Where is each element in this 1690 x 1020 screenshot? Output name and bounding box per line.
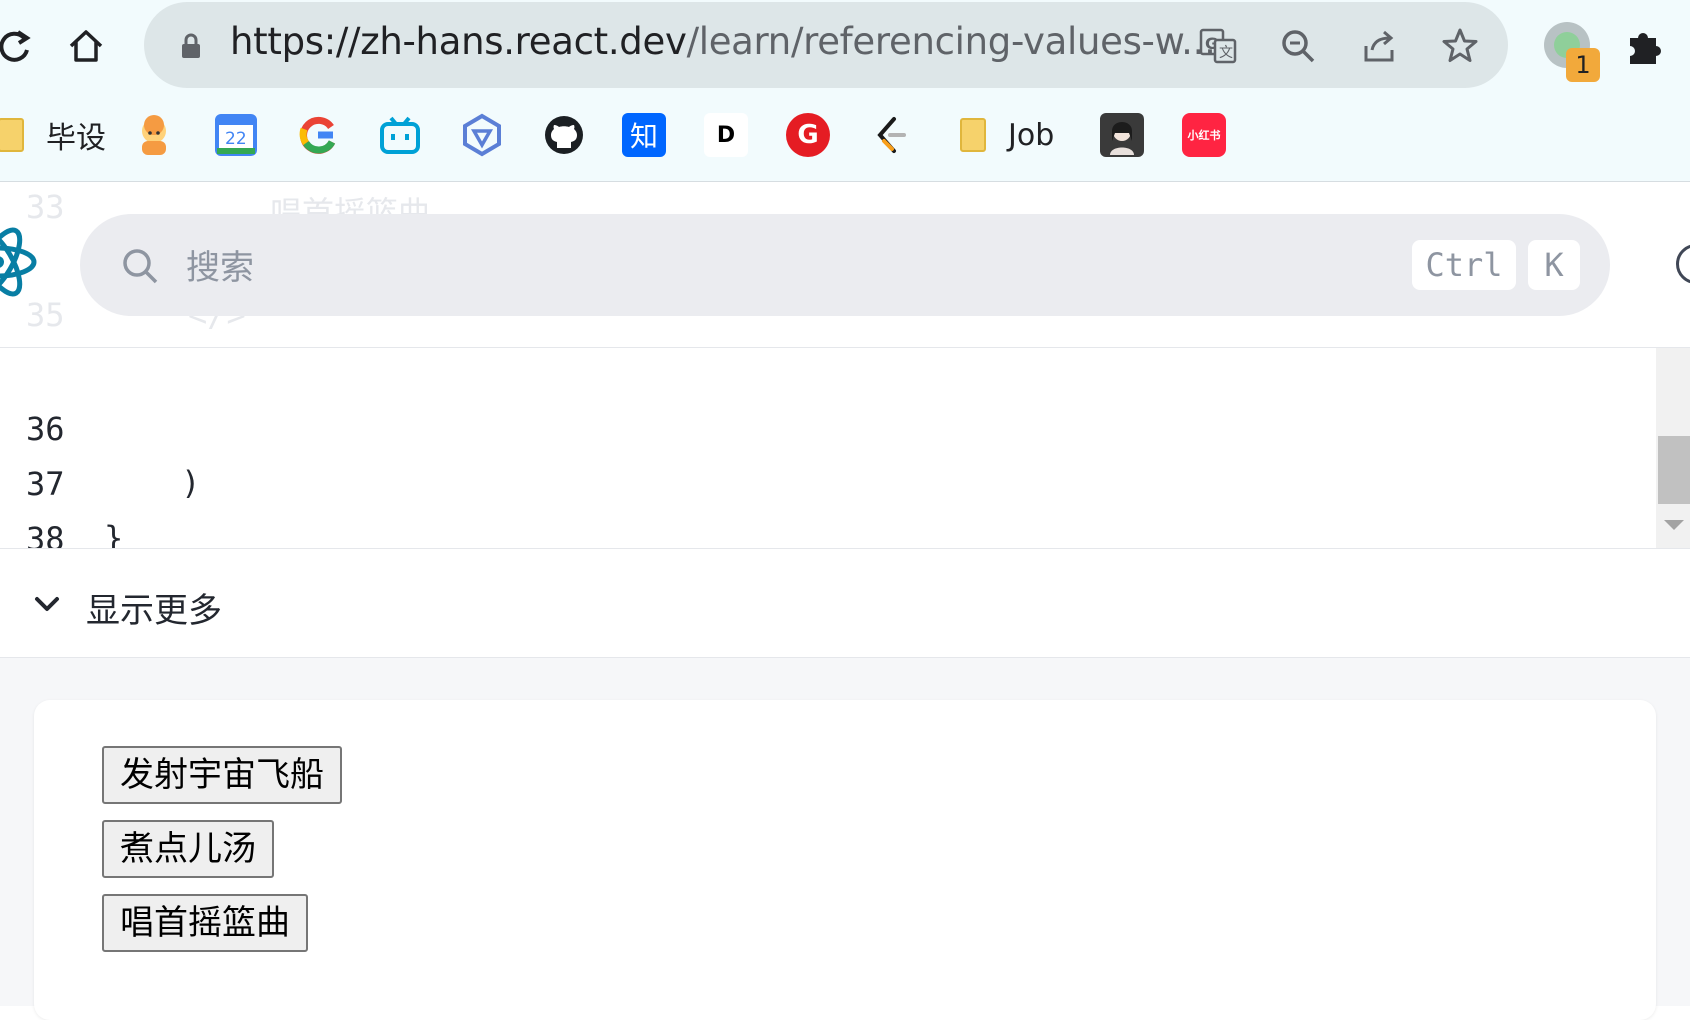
bookmark-star-icon[interactable] (1438, 24, 1482, 68)
bookmark-zhihu[interactable]: 知 (622, 110, 666, 160)
bookmark-folder-job[interactable]: Job (952, 110, 1054, 160)
search-placeholder: 搜索 (186, 248, 254, 288)
search-icon (123, 249, 158, 284)
bookmark-calendar[interactable]: 22 (214, 110, 258, 160)
qt-icon (460, 113, 504, 157)
code-scrollbar[interactable] (1656, 348, 1690, 548)
home-icon[interactable] (58, 20, 114, 72)
bookmark-qt[interactable] (460, 110, 504, 160)
share-icon[interactable] (1358, 24, 1402, 68)
folder-icon (0, 113, 34, 157)
browser-chrome: https://zh-hans.react.dev/learn/referenc… (0, 0, 1690, 182)
scroll-down-arrow-icon[interactable] (1664, 520, 1684, 530)
show-more-label: 显示更多 (86, 591, 222, 631)
shortcut-key-k: K (1528, 240, 1580, 290)
bookmark-portrait[interactable] (1100, 110, 1144, 160)
gitee-icon: G (786, 113, 830, 157)
folder-icon (952, 113, 996, 157)
zoom-icon[interactable] (1276, 24, 1320, 68)
bookmark-google[interactable] (296, 110, 340, 160)
profile-badge: 1 (1566, 48, 1600, 82)
code-line: 38 (0, 458, 1650, 558)
svg-text:22: 22 (225, 129, 247, 149)
leetcode-icon (868, 113, 912, 157)
react-logo-icon[interactable] (0, 212, 40, 312)
translate-icon[interactable]: G文 (1196, 24, 1240, 68)
sandbox-preview: 发射宇宙飞船 煮点儿汤 唱首摇篮曲 (0, 658, 1690, 1020)
bookmark-github[interactable] (542, 110, 586, 160)
svg-text:文: 文 (1219, 45, 1233, 61)
reload-icon[interactable] (0, 20, 42, 72)
lock-icon[interactable] (180, 32, 202, 60)
launch-spaceship-button[interactable]: 发射宇宙飞船 (102, 746, 342, 804)
search-bar[interactable]: 搜索 Ctrl K (80, 214, 1610, 316)
chevron-down-icon (35, 597, 59, 611)
show-more-toggle[interactable]: 显示更多 (0, 548, 1690, 658)
scrollbar-thumb[interactable] (1658, 436, 1690, 504)
google-calendar-icon: 22 (214, 113, 258, 157)
extensions-puzzle-icon[interactable] (1622, 24, 1666, 68)
sing-lullaby-button[interactable]: 唱首摇篮曲 (102, 894, 308, 952)
xiaohongshu-icon: 小红书 (1182, 113, 1226, 157)
bookmark-leetcode[interactable] (868, 110, 912, 160)
code-line: 36 ) (0, 348, 1650, 502)
site-header: 33 唱首摇篮曲 35 </> 搜索 Ctrl K (0, 182, 1690, 348)
bookmark-xiaohongshu[interactable]: 小红书 (1182, 110, 1226, 160)
address-bar[interactable]: https://zh-hans.react.dev/learn/referenc… (144, 2, 1508, 88)
portrait-icon (1100, 113, 1144, 157)
bookmark-d[interactable]: D (704, 110, 748, 160)
preview-frame: 发射宇宙飞船 煮点儿汤 唱首摇篮曲 (34, 700, 1656, 1020)
shortcut-key-ctrl: Ctrl (1412, 240, 1516, 290)
cook-soup-button[interactable]: 煮点儿汤 (102, 820, 274, 878)
code-editor[interactable]: 36 ) 37 } 38 (0, 348, 1690, 558)
avatar-cartoon-icon (132, 113, 176, 157)
url-text[interactable]: https://zh-hans.react.dev/learn/referenc… (230, 20, 1216, 63)
bookmark-label: 毕设 (46, 121, 106, 156)
bilibili-icon (378, 113, 422, 157)
bookmark-bilibili[interactable] (378, 110, 422, 160)
d-icon: D (704, 113, 748, 157)
bookmark-label: Job (1008, 117, 1055, 153)
theme-toggle-icon[interactable] (1676, 244, 1690, 284)
github-icon (542, 113, 586, 157)
bookmark-folder-graduation[interactable]: 毕设 (0, 110, 106, 160)
google-icon (296, 113, 340, 157)
code-line: 37 } (0, 403, 1650, 557)
bookmark-avatar[interactable] (132, 110, 176, 160)
zhihu-icon: 知 (622, 113, 666, 157)
bookmark-gitee[interactable]: G (786, 110, 830, 160)
